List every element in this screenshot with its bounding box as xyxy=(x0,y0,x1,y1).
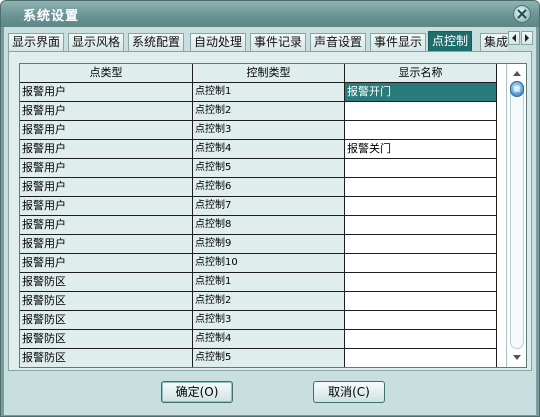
close-icon xyxy=(517,9,527,19)
column-header-control-type[interactable]: 控制类型 xyxy=(193,64,345,83)
point-type-cell: 报警防区 xyxy=(20,292,193,311)
control-type-cell: 点控制3 xyxy=(193,311,345,330)
dialog-body: 显示界面 显示风格 系统配置 自动处理 事件记录 声音设置 事件显示 点控制 集… xyxy=(4,27,536,415)
tab-system-config[interactable]: 系统配置 xyxy=(128,33,185,51)
tab-integration[interactable]: 集成 xyxy=(480,33,508,51)
display-name-cell[interactable] xyxy=(345,121,497,140)
tab-event-log[interactable]: 事件记录 xyxy=(250,33,307,51)
window-title: 系统设置 xyxy=(23,9,80,24)
grid-body: 报警用户 点控制1 报警开门 报警用户 点控制2 报警用户 点控制3 报警用户 点控制4 报警关门… xyxy=(20,83,504,367)
table-row[interactable]: 报警用户 点控制2 xyxy=(20,102,504,121)
point-type-cell: 报警用户 xyxy=(20,216,193,235)
table-row[interactable]: 报警用户 点控制3 xyxy=(20,121,504,140)
display-name-cell[interactable] xyxy=(345,159,497,178)
tab-scroll-left[interactable] xyxy=(508,31,520,45)
point-type-cell: 报警用户 xyxy=(20,197,193,216)
control-type-cell: 点控制9 xyxy=(193,235,345,254)
scroll-down-button[interactable] xyxy=(509,350,525,365)
control-type-cell: 点控制2 xyxy=(193,102,345,121)
table-row[interactable]: 报警用户 点控制4 报警关门 xyxy=(20,140,504,159)
tab-event-display[interactable]: 事件显示 xyxy=(370,33,427,51)
table-row[interactable]: 报警用户 点控制1 报警开门 xyxy=(20,83,504,102)
display-name-cell[interactable] xyxy=(345,197,497,216)
point-type-cell: 报警防区 xyxy=(20,349,193,367)
table-row[interactable]: 报警防区 点控制1 xyxy=(20,273,504,292)
display-name-cell[interactable] xyxy=(345,102,497,121)
table-row[interactable]: 报警用户 点控制10 xyxy=(20,254,504,273)
control-type-cell: 点控制8 xyxy=(193,216,345,235)
display-name-cell[interactable] xyxy=(345,178,497,197)
table-row[interactable]: 报警防区 点控制3 xyxy=(20,311,504,330)
tab-strip: 显示界面 显示风格 系统配置 自动处理 事件记录 声音设置 事件显示 点控制 集… xyxy=(8,31,508,51)
table-row[interactable]: 报警用户 点控制7 xyxy=(20,197,504,216)
column-header-display-name[interactable]: 显示名称 xyxy=(345,64,497,83)
point-type-cell: 报警防区 xyxy=(20,330,193,349)
display-name-cell[interactable] xyxy=(345,349,497,367)
grid-header-row: 点类型 控制类型 显示名称 xyxy=(20,64,504,83)
point-type-cell: 报警用户 xyxy=(20,159,193,178)
table-row[interactable]: 报警用户 点控制9 xyxy=(20,235,504,254)
control-type-cell: 点控制5 xyxy=(193,159,345,178)
point-type-cell: 报警用户 xyxy=(20,178,193,197)
tab-display-style[interactable]: 显示风格 xyxy=(68,33,125,51)
tab-display-interface[interactable]: 显示界面 xyxy=(8,33,65,51)
control-type-cell: 点控制1 xyxy=(193,273,345,292)
display-name-cell[interactable] xyxy=(345,254,497,273)
point-type-cell: 报警用户 xyxy=(20,102,193,121)
tab-point-control[interactable]: 点控制 xyxy=(428,31,473,51)
point-type-cell: 报警用户 xyxy=(20,235,193,254)
chevron-up-icon xyxy=(513,70,521,76)
cancel-button[interactable]: 取消(C) xyxy=(313,381,385,403)
control-type-cell: 点控制4 xyxy=(193,330,345,349)
display-name-cell[interactable] xyxy=(345,216,497,235)
display-name-cell[interactable] xyxy=(345,292,497,311)
display-name-cell[interactable]: 报警关门 xyxy=(345,140,497,159)
scroll-track[interactable] xyxy=(510,81,524,349)
settings-dialog: 系统设置 显示界面 显示风格 系统配置 自动处理 事件记录 声音设置 事件显示 … xyxy=(0,0,540,417)
display-name-cell[interactable] xyxy=(345,330,497,349)
control-type-cell: 点控制10 xyxy=(193,254,345,273)
tab-sound-settings[interactable]: 声音设置 xyxy=(310,33,367,51)
control-type-cell: 点控制6 xyxy=(193,178,345,197)
point-type-cell: 报警防区 xyxy=(20,273,193,292)
grid-table: 点类型 控制类型 显示名称 报警用户 点控制1 报警开门 报警用户 点控制2 报警用户 点控… xyxy=(20,64,504,367)
point-type-cell: 报警用户 xyxy=(20,83,193,102)
chevron-down-icon xyxy=(513,354,521,360)
scroll-thumb[interactable] xyxy=(510,81,524,97)
point-type-cell: 报警用户 xyxy=(20,140,193,159)
display-name-cell[interactable] xyxy=(345,311,497,330)
point-type-cell: 报警用户 xyxy=(20,121,193,140)
control-type-cell: 点控制3 xyxy=(193,121,345,140)
column-header-point-type[interactable]: 点类型 xyxy=(20,64,193,83)
point-type-cell: 报警防区 xyxy=(20,311,193,330)
table-row[interactable]: 报警防区 点控制2 xyxy=(20,292,504,311)
point-control-grid: 点类型 控制类型 显示名称 报警用户 点控制1 报警开门 报警用户 点控制2 报警用户 点控… xyxy=(19,63,527,368)
tab-auto-process[interactable]: 自动处理 xyxy=(190,33,247,51)
control-type-cell: 点控制5 xyxy=(193,349,345,367)
table-row[interactable]: 报警防区 点控制4 xyxy=(20,330,504,349)
control-type-cell: 点控制2 xyxy=(193,292,345,311)
table-row[interactable]: 报警用户 点控制8 xyxy=(20,216,504,235)
arrow-right-icon xyxy=(525,34,529,42)
table-row[interactable]: 报警防区 点控制5 xyxy=(20,349,504,367)
control-type-cell: 点控制7 xyxy=(193,197,345,216)
point-control-panel: 点类型 控制类型 显示名称 报警用户 点控制1 报警开门 报警用户 点控制2 报警用户 点控… xyxy=(8,51,532,371)
scroll-up-button[interactable] xyxy=(509,65,525,80)
display-name-cell[interactable] xyxy=(345,235,497,254)
ok-button[interactable]: 确定(O) xyxy=(161,381,233,403)
control-type-cell: 点控制1 xyxy=(193,83,345,102)
vertical-scrollbar[interactable] xyxy=(506,64,526,367)
arrow-left-icon xyxy=(512,34,516,42)
tab-scroll-right[interactable] xyxy=(521,31,533,45)
table-row[interactable]: 报警用户 点控制5 xyxy=(20,159,504,178)
control-type-cell: 点控制4 xyxy=(193,140,345,159)
display-name-cell[interactable] xyxy=(345,273,497,292)
display-name-cell[interactable]: 报警开门 xyxy=(345,83,497,102)
point-type-cell: 报警用户 xyxy=(20,254,193,273)
close-button[interactable] xyxy=(513,5,531,23)
grip-icon xyxy=(514,86,520,92)
table-row[interactable]: 报警用户 点控制6 xyxy=(20,178,504,197)
title-bar[interactable]: 系统设置 xyxy=(1,1,539,27)
